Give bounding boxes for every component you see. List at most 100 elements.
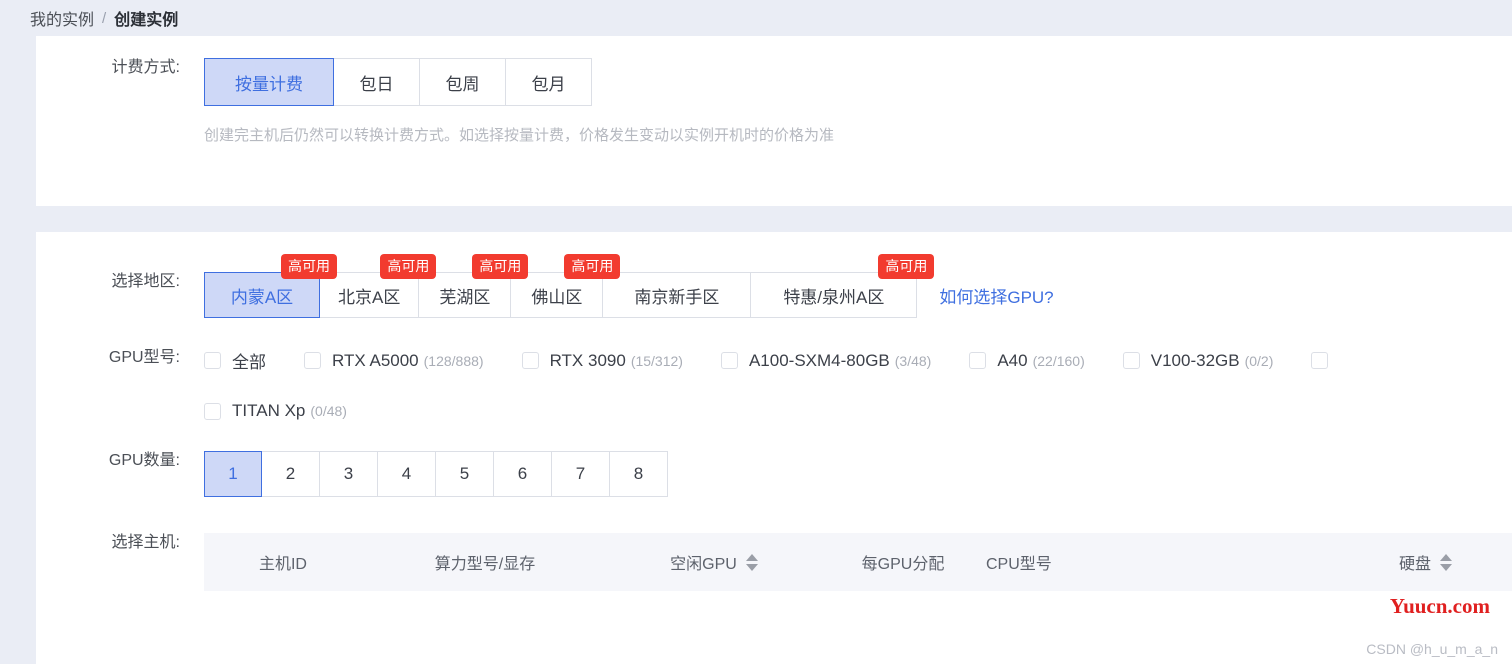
gpu-count-option-3[interactable]: 3 bbox=[320, 451, 378, 497]
gpu-count-option-8[interactable]: 8 bbox=[610, 451, 668, 497]
checkbox-box-icon[interactable] bbox=[204, 352, 221, 369]
billing-option-label: 包周 bbox=[445, 74, 480, 94]
gpu-count-option-5[interactable]: 5 bbox=[436, 451, 494, 497]
column-header-label: 主机ID bbox=[258, 556, 307, 573]
host-table-col-host-id: 主机ID bbox=[204, 550, 362, 574]
high-availability-badge: 高可用 bbox=[878, 254, 935, 279]
card-gap bbox=[0, 206, 1512, 232]
gpu-model-checkbox-a40[interactable]: A40 (22/160) bbox=[969, 351, 1085, 371]
gpu-model-checkbox-titan-xp[interactable]: TITAN Xp (0/48) bbox=[204, 401, 347, 421]
gpu-count-option-1[interactable]: 1 bbox=[204, 451, 262, 497]
region-option-beijing-a[interactable]: 高可用 北京A区 bbox=[320, 254, 437, 318]
region-option-foshan[interactable]: 高可用 佛山区 bbox=[511, 254, 621, 318]
gpu-model-body: 全部 RTX A5000 (128/888) RTX 3090 (15/312)… bbox=[204, 348, 1512, 421]
region-label: 选择地区: bbox=[111, 273, 180, 290]
gpu-count-option-label: 4 bbox=[401, 464, 412, 483]
breadcrumb: 我的实例 / 创建实例 bbox=[0, 0, 1512, 36]
gpu-count-option-label: 3 bbox=[343, 464, 354, 483]
billing-option-pay-as-you-go[interactable]: 按量计费 bbox=[204, 58, 334, 106]
gpu-count-group[interactable]: 1 2 3 4 5 6 7 8 bbox=[204, 451, 668, 497]
checkbox-box-icon[interactable] bbox=[969, 352, 987, 369]
billing-hint-text: 创建完主机后仍然可以转换计费方式。如选择按量计费，价格发生变动以实例开机时的价格… bbox=[204, 127, 835, 144]
sort-arrows-icon[interactable] bbox=[1440, 553, 1452, 571]
host-table-col-disk[interactable]: 硬盘 bbox=[1246, 550, 1512, 574]
gpu-count-option-label: 5 bbox=[459, 464, 470, 483]
host-table-col-compute-model: 算力型号/显存 bbox=[362, 550, 608, 574]
gpu-model-availability-count: (0/2) bbox=[1244, 352, 1274, 369]
gpu-model-checkbox-all[interactable]: 全部 bbox=[204, 348, 266, 373]
column-header-label: 算力型号/显存 bbox=[434, 556, 536, 573]
gpu-model-checkbox-label: RTX A5000 bbox=[332, 350, 419, 370]
region-option-nanjing-newbie[interactable]: 南京新手区 bbox=[603, 272, 752, 318]
gpu-model-checkbox-overflow[interactable] bbox=[1311, 352, 1339, 369]
checkbox-box-icon[interactable] bbox=[1311, 352, 1329, 369]
column-header-label: 硬盘 bbox=[1398, 556, 1431, 573]
host-table-header-row: 主机ID 算力型号/显存 空闲GPU 每GPU分配 CPU型号 硬盘 bbox=[204, 533, 1512, 591]
config-card: 选择地区: 高可用 内蒙A区 高可用 北京A区 高可用 芜湖区 高可用 佛山区 bbox=[36, 232, 1512, 664]
gpu-count-option-label: 7 bbox=[575, 464, 586, 483]
host-table: 主机ID 算力型号/显存 空闲GPU 每GPU分配 CPU型号 硬盘 bbox=[204, 533, 1512, 591]
gpu-model-checkbox-group-row2: TITAN Xp (0/48) bbox=[204, 401, 1512, 421]
gpu-model-label: GPU型号: bbox=[108, 349, 180, 366]
gpu-model-availability-count: (3/48) bbox=[894, 352, 932, 369]
region-option-label: 北京A区 bbox=[338, 287, 401, 307]
gpu-model-checkbox-a100-sxm4-80gb[interactable]: A100-SXM4-80GB (3/48) bbox=[720, 350, 932, 371]
billing-label: 计费方式: bbox=[111, 59, 180, 76]
billing-option-label: 按量计费 bbox=[235, 74, 303, 94]
region-option-label: 特惠/泉州A区 bbox=[783, 287, 885, 307]
breadcrumb-separator: / bbox=[102, 9, 107, 27]
gpu-model-checkbox-label: RTX 3090 bbox=[549, 350, 626, 370]
gpu-model-availability-count: (15/312) bbox=[630, 352, 683, 369]
checkbox-box-icon[interactable] bbox=[521, 352, 539, 369]
gpu-count-option-7[interactable]: 7 bbox=[552, 451, 610, 497]
checkbox-box-icon[interactable] bbox=[1122, 352, 1140, 369]
gpu-model-checkbox-label: V100-32GB bbox=[1150, 350, 1240, 370]
breadcrumb-parent[interactable]: 我的实例 bbox=[30, 6, 94, 30]
billing-option-label: 包月 bbox=[531, 74, 566, 94]
billing-method-group[interactable]: 按量计费 包日 包周 包月 bbox=[204, 58, 592, 106]
gpu-count-option-label: 6 bbox=[517, 464, 528, 483]
breadcrumb-current: 创建实例 bbox=[114, 12, 179, 29]
region-group[interactable]: 高可用 内蒙A区 高可用 北京A区 高可用 芜湖区 高可用 佛山区 南京新手区 bbox=[204, 254, 935, 318]
checkbox-box-icon[interactable] bbox=[720, 352, 738, 369]
host-selection-label: 选择主机: bbox=[111, 534, 180, 551]
billing-option-monthly[interactable]: 包月 bbox=[506, 58, 592, 106]
gpu-count-option-2[interactable]: 2 bbox=[262, 451, 320, 497]
gpu-model-checkbox-label: A100-SXM4-80GB bbox=[748, 350, 890, 370]
gpu-model-checkbox-label: 全部 bbox=[232, 353, 266, 372]
billing-option-daily[interactable]: 包日 bbox=[334, 58, 420, 106]
gpu-model-checkbox-rtx-a5000[interactable]: RTX A5000 (128/888) bbox=[304, 351, 484, 371]
host-table-col-cpu-model: CPU型号 bbox=[986, 550, 1246, 574]
billing-option-weekly[interactable]: 包周 bbox=[420, 58, 506, 106]
host-selection-row: 选择主机: 主机ID 算力型号/显存 空闲GPU 每GPU分配 CPU型号 硬盘 bbox=[36, 497, 1512, 591]
host-table-col-per-gpu-alloc: 每GPU分配 bbox=[820, 550, 986, 574]
gpu-count-body: 1 2 3 4 5 6 7 8 bbox=[204, 451, 1512, 497]
sort-arrows-icon[interactable] bbox=[745, 553, 758, 571]
region-row: 选择地区: 高可用 内蒙A区 高可用 北京A区 高可用 芜湖区 高可用 佛山区 bbox=[36, 246, 1512, 318]
column-header-label: CPU型号 bbox=[986, 556, 1052, 573]
billing-option-label: 包日 bbox=[359, 74, 394, 94]
gpu-count-option-6[interactable]: 6 bbox=[494, 451, 552, 497]
gpu-count-option-label: 2 bbox=[285, 464, 296, 483]
host-table-col-free-gpu[interactable]: 空闲GPU bbox=[608, 550, 820, 574]
region-option-wuhu[interactable]: 高可用 芜湖区 bbox=[419, 254, 529, 318]
gpu-model-checkbox-rtx-3090[interactable]: RTX 3090 (15/312) bbox=[521, 350, 683, 371]
region-option-neimeng-a[interactable]: 高可用 内蒙A区 bbox=[204, 254, 337, 318]
gpu-model-checkbox-group-row1: 全部 RTX A5000 (128/888) RTX 3090 (15/312)… bbox=[204, 348, 1512, 373]
billing-row: 计费方式: 按量计费 包日 包周 包月 创建完主机后仍然可以转换计费方式。如选择… bbox=[36, 44, 1512, 145]
column-header-label: 空闲GPU bbox=[670, 556, 737, 573]
region-option-quanzhou-a[interactable]: 高可用 特惠/泉州A区 bbox=[751, 254, 935, 318]
gpu-count-option-4[interactable]: 4 bbox=[378, 451, 436, 497]
gpu-model-row: GPU型号: 全部 RTX A5000 (128/888) RTX 3090 (… bbox=[36, 318, 1512, 421]
gpu-model-checkbox-v100-32gb[interactable]: V100-32GB (0/2) bbox=[1122, 350, 1274, 371]
gpu-count-option-label: 8 bbox=[633, 464, 644, 483]
how-to-choose-gpu-link[interactable]: 如何选择GPU? bbox=[939, 283, 1053, 308]
gpu-count-label: GPU数量: bbox=[108, 452, 180, 469]
gpu-count-option-label: 1 bbox=[228, 464, 238, 483]
checkbox-box-icon[interactable] bbox=[204, 402, 221, 420]
gpu-model-availability-count: (0/48) bbox=[310, 403, 347, 419]
gpu-model-checkbox-label: TITAN Xp bbox=[232, 401, 306, 420]
billing-card: 计费方式: 按量计费 包日 包周 包月 创建完主机后仍然可以转换计费方式。如选择… bbox=[36, 36, 1512, 206]
checkbox-box-icon[interactable] bbox=[304, 352, 321, 369]
region-option-label: 佛山区 bbox=[531, 287, 583, 307]
